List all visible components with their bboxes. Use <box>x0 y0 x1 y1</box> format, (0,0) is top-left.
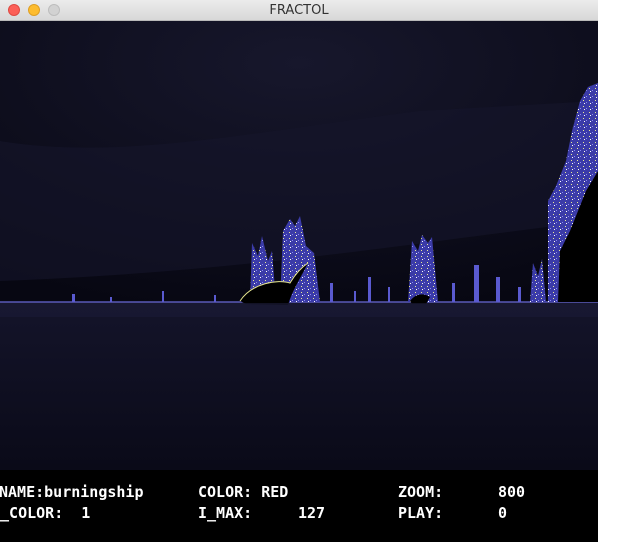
m-color: M_COLOR: 1 <box>0 504 91 522</box>
fractol-window: FRACTOL NAME:burningship M_COLOR: 1 COLO… <box>0 0 598 542</box>
zoom-value: 800 <box>498 483 526 501</box>
sea-region <box>0 302 598 470</box>
fractal-canvas[interactable] <box>0 21 598 470</box>
title-bar: FRACTOL <box>0 0 598 21</box>
play-label: PLAY: <box>398 504 444 522</box>
status-hud: NAME:burningship M_COLOR: 1 COLOR: RED I… <box>0 470 598 542</box>
desktop-background <box>598 0 625 542</box>
reflection <box>0 303 598 317</box>
zoom-label: ZOOM: <box>398 483 444 501</box>
i-max-value: 127 <box>298 504 326 522</box>
fractal-name: NAME:burningship <box>0 483 144 501</box>
play-value: 0 <box>498 504 508 522</box>
color-setting: COLOR: RED <box>198 483 289 501</box>
window-title: FRACTOL <box>269 3 329 18</box>
i-max-label: I_MAX: <box>198 504 253 522</box>
